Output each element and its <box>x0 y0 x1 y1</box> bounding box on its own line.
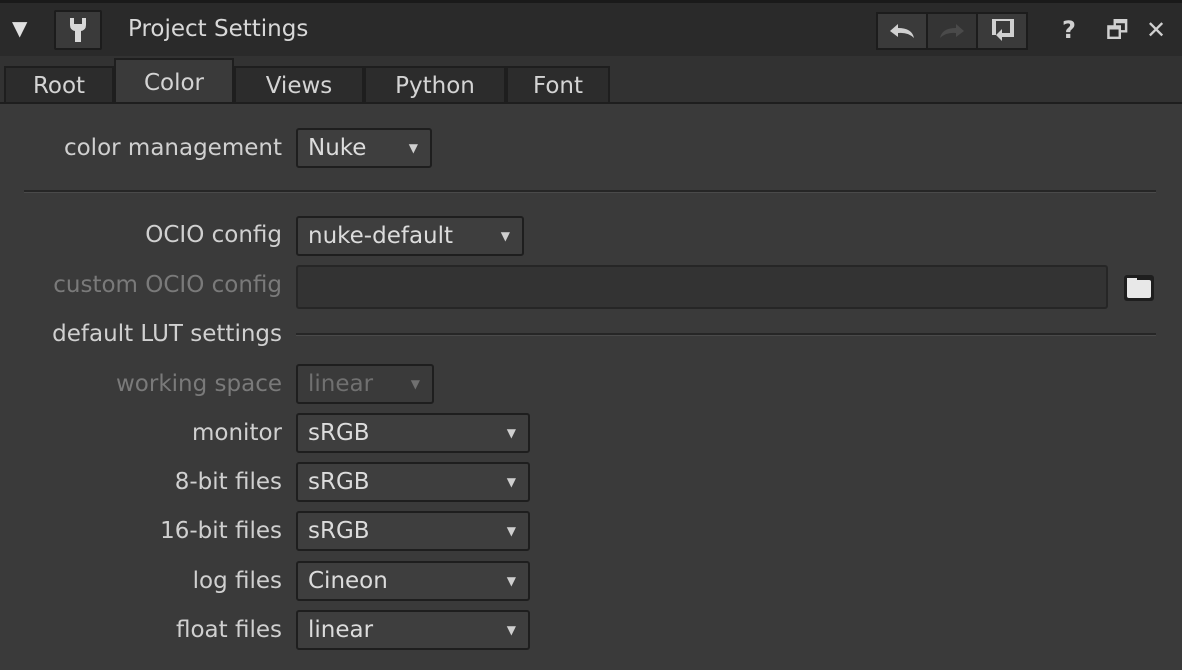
tab-root[interactable]: Root <box>4 66 114 102</box>
help-button[interactable]: ? <box>1062 15 1076 45</box>
working-space-value: linear <box>308 371 374 397</box>
panel-title: Project Settings <box>128 16 309 42</box>
tab-python[interactable]: Python <box>364 66 506 102</box>
tab-color[interactable]: Color <box>114 58 234 104</box>
log-files-value: Cineon <box>308 568 388 594</box>
title-bar: ▼ Project Settings ? 🗗 ✕ <box>0 0 1182 56</box>
color-management-label: color management <box>63 135 282 161</box>
tab-font[interactable]: Font <box>506 66 610 102</box>
tab-views[interactable]: Views <box>234 66 364 102</box>
16bit-files-label: 16-bit files <box>160 518 282 544</box>
collapse-icon[interactable]: ▼ <box>12 15 36 41</box>
color-management-dropdown[interactable]: Nuke ▼ <box>296 128 432 168</box>
custom-ocio-config-label: custom OCIO config <box>53 272 282 298</box>
16bit-files-value: sRGB <box>308 518 370 544</box>
monitor-dropdown[interactable]: sRGB ▼ <box>296 413 530 453</box>
color-management-value: Nuke <box>308 135 367 161</box>
log-files-dropdown[interactable]: Cineon ▼ <box>296 561 530 601</box>
folder-icon <box>1124 275 1154 301</box>
chevron-down-icon: ▼ <box>506 475 516 489</box>
tab-bar: Root Color Views Python Font <box>0 56 1182 104</box>
working-space-dropdown: linear ▼ <box>296 364 434 404</box>
float-files-dropdown[interactable]: linear ▼ <box>296 610 530 650</box>
monitor-label: monitor <box>192 420 282 446</box>
monitor-value: sRGB <box>308 420 370 446</box>
wrench-icon <box>70 18 86 42</box>
chevron-down-icon: ▼ <box>506 574 516 588</box>
chevron-down-icon: ▼ <box>506 623 516 637</box>
chevron-down-icon: ▼ <box>410 377 420 391</box>
file-browser-button[interactable] <box>1122 272 1156 304</box>
ocio-config-value: nuke-default <box>308 223 454 249</box>
close-button[interactable]: ✕ <box>1146 15 1166 45</box>
redo-icon <box>940 24 964 38</box>
color-settings-panel: color management Nuke ▼ OCIO config nuke… <box>0 102 1182 670</box>
chevron-down-icon: ▼ <box>506 426 516 440</box>
node-settings-button[interactable] <box>54 10 102 50</box>
custom-ocio-config-input[interactable] <box>296 265 1108 309</box>
redo-button[interactable] <box>928 14 978 48</box>
16bit-files-dropdown[interactable]: sRGB ▼ <box>296 511 530 551</box>
8bit-files-dropdown[interactable]: sRGB ▼ <box>296 462 530 502</box>
undo-button[interactable] <box>878 14 928 48</box>
lut-section-title: default LUT settings <box>52 321 282 347</box>
float-files-label: float files <box>176 617 282 643</box>
float-files-value: linear <box>308 617 374 643</box>
float-window-button[interactable]: 🗗 <box>1106 15 1129 45</box>
chevron-down-icon: ▼ <box>506 524 516 538</box>
ocio-config-label: OCIO config <box>145 222 282 248</box>
revert-icon <box>992 19 1014 41</box>
log-files-label: log files <box>192 568 282 594</box>
section-divider <box>296 333 1156 336</box>
working-space-label: working space <box>115 371 282 397</box>
8bit-files-label: 8-bit files <box>174 469 282 495</box>
8bit-files-value: sRGB <box>308 469 370 495</box>
history-button-group <box>876 12 1028 50</box>
chevron-down-icon: ▼ <box>408 141 418 155</box>
revert-button[interactable] <box>978 14 1026 48</box>
undo-icon <box>890 24 914 38</box>
ocio-config-dropdown[interactable]: nuke-default ▼ <box>296 216 524 256</box>
divider <box>24 190 1156 193</box>
chevron-down-icon: ▼ <box>500 229 510 243</box>
